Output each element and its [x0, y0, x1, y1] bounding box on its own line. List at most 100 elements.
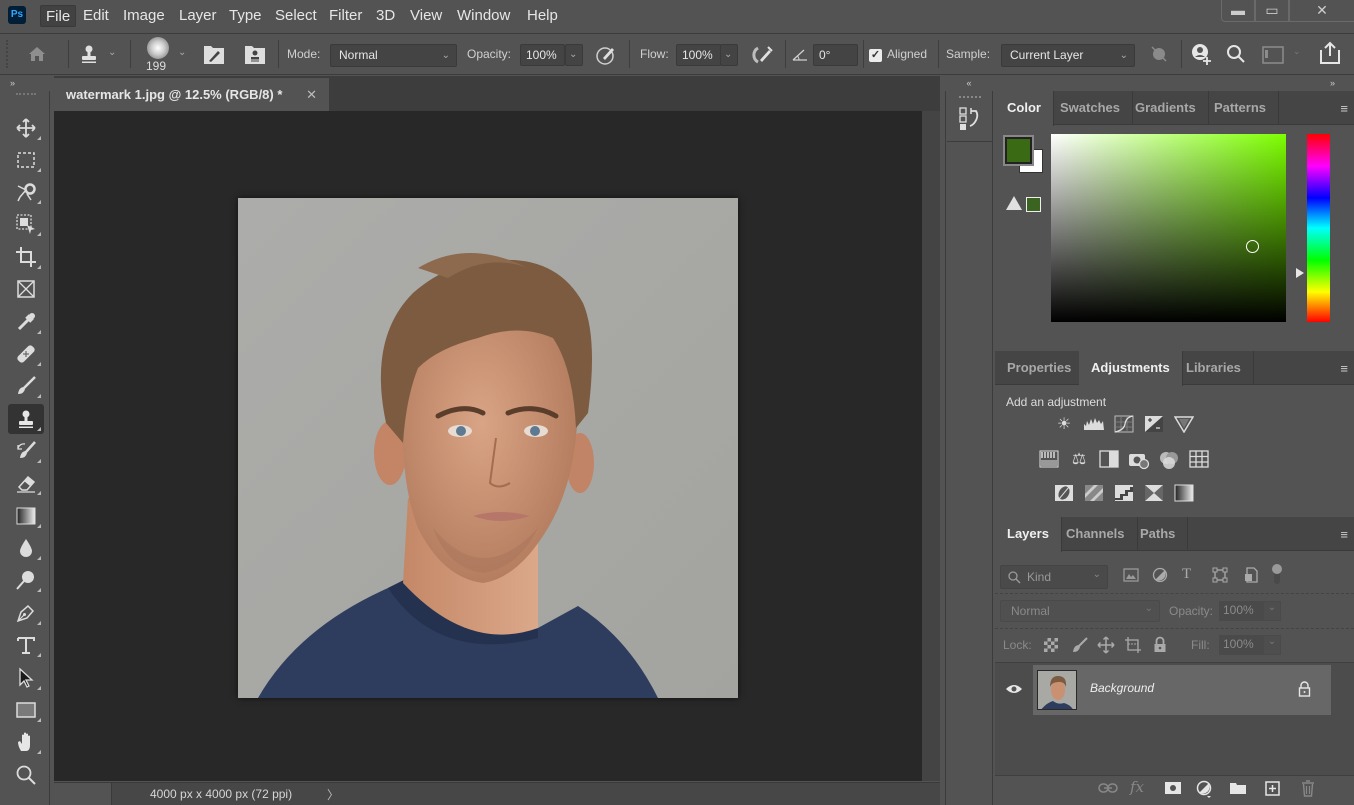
filter-smart-objects-icon[interactable] — [1244, 567, 1258, 583]
vertical-scrollbar[interactable] — [922, 111, 940, 781]
status-menu-arrow-icon[interactable]: 〉 — [327, 786, 339, 803]
opacity-dropdown-button[interactable]: ⌄ — [565, 44, 583, 66]
gamut-correction-swatch[interactable] — [1026, 197, 1041, 212]
link-layers-icon[interactable] — [1098, 781, 1118, 795]
close-button[interactable]: ✕ — [1289, 0, 1354, 22]
menu-file[interactable]: File — [40, 5, 77, 27]
hand-tool[interactable] — [8, 727, 44, 757]
path-selection-tool[interactable] — [8, 663, 44, 693]
workspace-icon[interactable] — [1262, 46, 1284, 64]
tab-gradients[interactable]: Gradients — [1123, 91, 1209, 125]
hue-slider-handle[interactable] — [1296, 268, 1304, 278]
invert-icon[interactable] — [1053, 484, 1075, 504]
history-panel-button[interactable] — [947, 92, 992, 142]
blend-mode-select[interactable]: Normal ⌄ — [1000, 600, 1160, 622]
filter-pixel-layers-icon[interactable] — [1123, 568, 1139, 582]
foreground-color-swatch[interactable] — [1003, 135, 1034, 166]
mode-select[interactable]: Normal ⌄ — [330, 44, 457, 67]
ignore-adjustment-layers-icon[interactable] — [1149, 44, 1169, 64]
healing-brush-tool[interactable] — [8, 339, 44, 369]
layer-filter-kind-select[interactable]: Kind ⌄ — [1000, 565, 1108, 589]
crop-tool[interactable] — [8, 242, 44, 272]
gradient-map-icon[interactable] — [1173, 484, 1195, 504]
clone-stamp-preset-icon[interactable] — [78, 43, 100, 65]
rectangle-tool[interactable] — [8, 695, 44, 725]
tab-swatches[interactable]: Swatches — [1048, 91, 1133, 125]
zoom-tool[interactable] — [8, 760, 44, 790]
flow-dropdown-button[interactable]: ⌄ — [720, 44, 738, 66]
filter-toggle-switch[interactable] — [1272, 564, 1282, 586]
frame-tool[interactable] — [8, 274, 44, 304]
close-icon[interactable]: ✕ — [306, 78, 317, 111]
airbrush-icon[interactable] — [750, 44, 774, 66]
options-bar-grip[interactable] — [6, 40, 8, 68]
black-white-icon[interactable] — [1098, 450, 1120, 470]
layer-opacity-input[interactable]: 100% — [1219, 601, 1263, 621]
clone-source-panel-icon[interactable] — [244, 42, 266, 66]
maximize-button[interactable]: ▭ — [1255, 0, 1289, 22]
search-icon[interactable] — [1226, 44, 1246, 64]
new-adjustment-layer-icon[interactable] — [1196, 780, 1212, 798]
minimize-button[interactable]: ▬ — [1221, 0, 1255, 22]
tab-paths[interactable]: Paths — [1128, 517, 1189, 551]
lock-all-icon[interactable] — [1153, 636, 1167, 654]
marquee-tool[interactable] — [8, 145, 44, 175]
opacity-input[interactable]: 100% — [520, 44, 565, 66]
menu-filter[interactable]: Filter — [324, 5, 367, 27]
history-brush-tool[interactable] — [8, 436, 44, 466]
fill-dropdown[interactable]: ⌄ — [1263, 635, 1281, 655]
workspace-chevron-icon[interactable]: ⌄ — [1293, 46, 1301, 57]
document-tab[interactable]: watermark 1.jpg @ 12.5% (RGB/8) * ✕ — [54, 78, 329, 111]
zoom-level-field[interactable] — [54, 783, 112, 805]
levels-icon[interactable] — [1083, 415, 1105, 435]
type-tool[interactable] — [8, 630, 44, 660]
photo-filter-icon[interactable] — [1128, 450, 1150, 470]
vibrance-icon[interactable] — [1173, 415, 1195, 435]
curves-icon[interactable] — [1113, 415, 1135, 435]
menu-view[interactable]: View — [405, 5, 447, 27]
color-saturation-field[interactable] — [1051, 134, 1286, 322]
new-layer-icon[interactable] — [1265, 781, 1280, 796]
toolbar-grip[interactable] — [16, 93, 36, 96]
exposure-icon[interactable] — [1143, 415, 1165, 435]
home-icon[interactable] — [26, 43, 48, 65]
share-user-icon[interactable] — [1189, 42, 1213, 66]
delete-layer-icon[interactable] — [1301, 780, 1315, 797]
fill-input[interactable]: 100% — [1219, 635, 1263, 655]
toolbar-collapse-button[interactable]: » — [0, 76, 52, 90]
brush-settings-panel-icon[interactable] — [203, 42, 225, 66]
hue-slider[interactable] — [1307, 134, 1330, 322]
menu-image[interactable]: Image — [118, 5, 170, 27]
filter-adjustment-layers-icon[interactable] — [1152, 567, 1168, 583]
menu-help[interactable]: Help — [522, 5, 563, 27]
preset-chevron-icon[interactable]: ⌄ — [108, 47, 116, 58]
color-lookup-icon[interactable] — [1188, 450, 1210, 470]
menu-window[interactable]: Window — [452, 5, 515, 27]
pressure-opacity-icon[interactable] — [595, 44, 617, 66]
add-layer-style-icon[interactable]: fx — [1130, 778, 1144, 796]
threshold-icon[interactable] — [1113, 484, 1135, 504]
gradient-tool[interactable] — [8, 501, 44, 531]
object-selection-tool[interactable] — [8, 209, 44, 239]
tab-patterns[interactable]: Patterns — [1202, 91, 1280, 125]
filter-type-layers-icon[interactable]: T — [1182, 566, 1191, 583]
posterize-icon[interactable] — [1083, 484, 1105, 504]
tab-channels[interactable]: Channels — [1054, 517, 1138, 551]
brush-chevron-icon[interactable]: ⌄ — [178, 47, 186, 58]
layer-row-background[interactable]: Background — [1033, 665, 1331, 715]
color-picker-cursor[interactable] — [1246, 240, 1259, 253]
panel-menu-icon[interactable]: ≡ — [1340, 361, 1348, 376]
angle-input[interactable]: 0° — [813, 44, 858, 66]
aligned-checkbox[interactable]: ✓ — [869, 49, 882, 62]
panel-menu-icon[interactable]: ≡ — [1340, 101, 1348, 116]
add-layer-mask-icon[interactable] — [1165, 782, 1181, 794]
menu-3d[interactable]: 3D — [371, 5, 400, 27]
document-canvas-image[interactable] — [238, 198, 738, 698]
brightness-contrast-icon[interactable]: ☀ — [1053, 415, 1075, 435]
flow-input[interactable]: 100% — [676, 44, 721, 66]
dock-collapse-button[interactable]: « — [945, 76, 993, 90]
sample-select[interactable]: Current Layer ⌄ — [1001, 44, 1135, 67]
tab-color[interactable]: Color — [995, 91, 1054, 126]
lock-artboard-icon[interactable] — [1124, 636, 1142, 654]
eyedropper-tool[interactable] — [8, 307, 44, 337]
